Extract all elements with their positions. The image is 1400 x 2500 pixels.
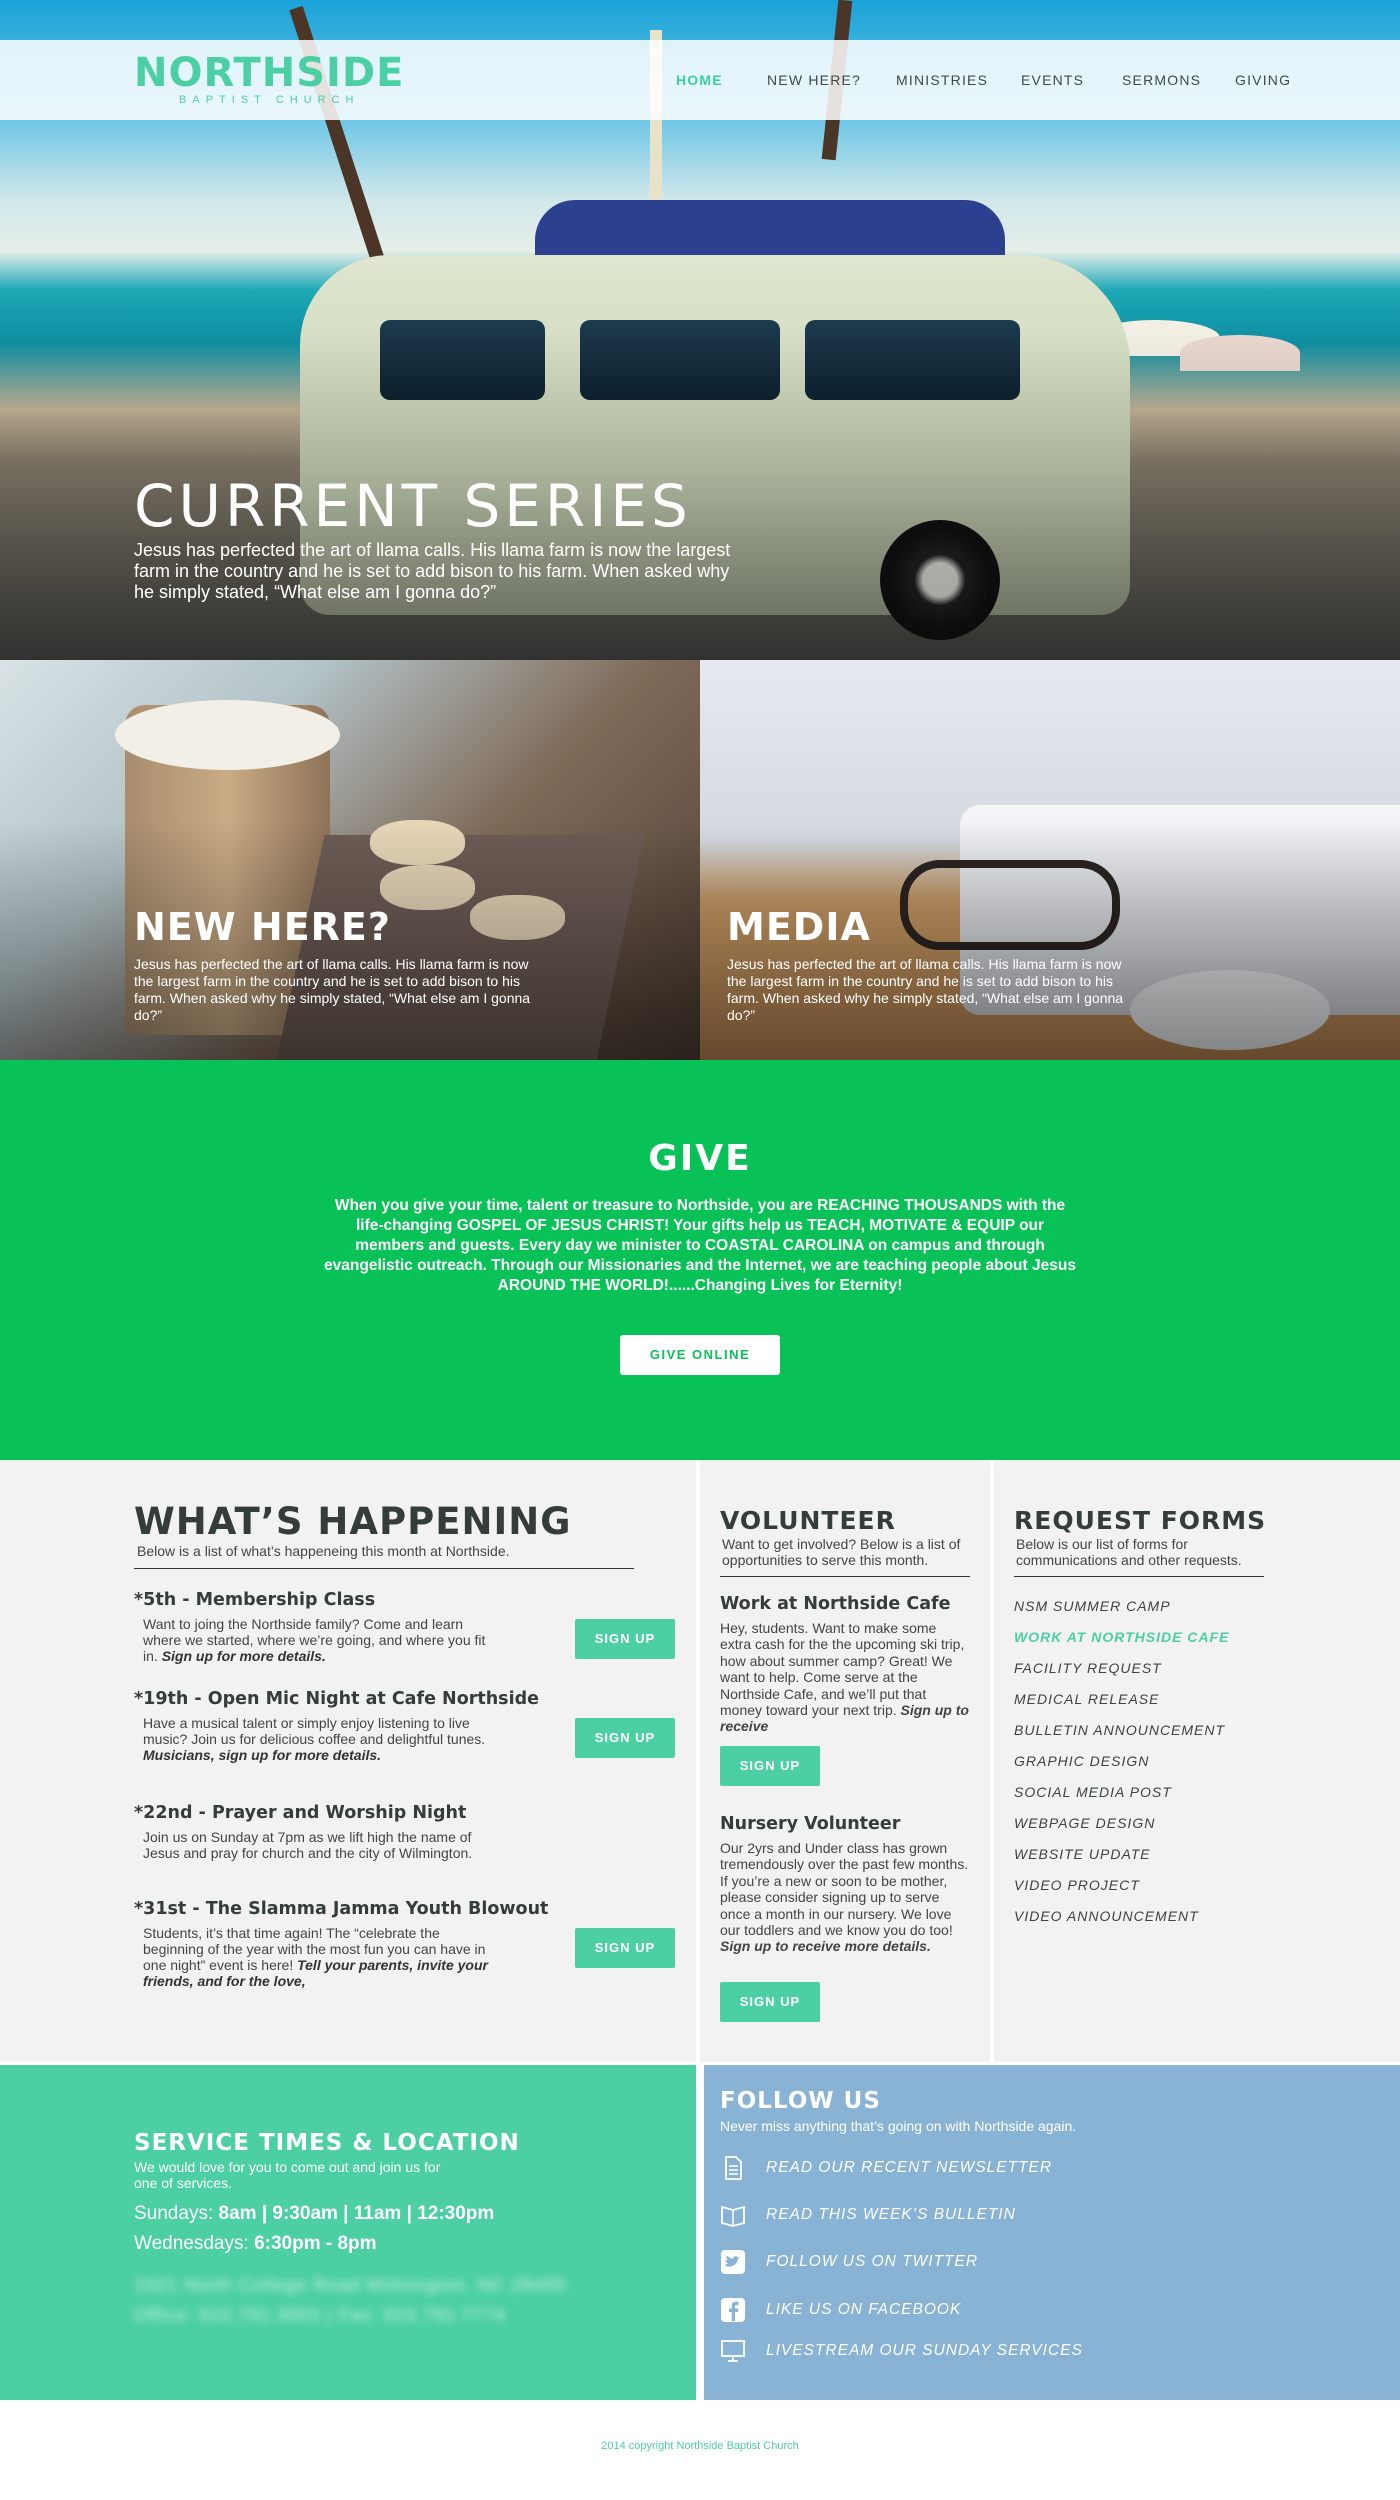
blurred-phone: Office: 910.791.3003 | Fax: 910.791.7774 xyxy=(134,2305,506,2325)
service-times-section: SERVICE TIMES & LOCATION We would love f… xyxy=(0,2065,696,2400)
new-here-tile[interactable]: NEW HERE? Jesus has perfected the art of… xyxy=(0,660,700,1060)
volunteer-subtitle: Want to get involved? Below is a list of… xyxy=(722,1536,961,1568)
event-text: Join us on Sunday at 7pm as we lift high… xyxy=(143,1829,473,1861)
form-link[interactable]: VIDEO ANNOUNCEMENT xyxy=(1014,1908,1199,1924)
signup-button[interactable]: SIGN UP xyxy=(720,1982,820,2022)
divider xyxy=(720,1576,970,1577)
whats-happening-title: WHAT’S HAPPENING xyxy=(134,1500,572,1543)
media-text: Jesus has perfected the art of llama cal… xyxy=(727,956,1124,1023)
livestream-label: LIVESTREAM OUR SUNDAY SERVICES xyxy=(766,2342,1083,2359)
new-here-title: NEW HERE? xyxy=(134,905,391,949)
nav-events[interactable]: EVENTS xyxy=(1021,72,1084,88)
nav-giving[interactable]: GIVING xyxy=(1235,72,1291,88)
nav-home[interactable]: HOME xyxy=(676,72,723,88)
twitter-icon xyxy=(721,2250,745,2274)
bulletin-link[interactable]: READ THIS WEEK’S BULLETIN xyxy=(720,2200,1320,2230)
sunday-label: Sundays: xyxy=(134,2203,214,2224)
sunday-times: Sundays: 8am | 9:30am | 11am | 12:30pm xyxy=(134,2203,494,2225)
newsletter-label: READ OUR RECENT NEWSLETTER xyxy=(766,2159,1053,2176)
footer-copyright: 2014 copyright Northside Baptist Church xyxy=(601,2440,799,2452)
request-forms-title: REQUEST FORMS xyxy=(1014,1506,1267,1535)
nav-sermons[interactable]: SERMONS xyxy=(1122,72,1201,88)
signup-button[interactable]: SIGN UP xyxy=(575,1718,675,1758)
form-link[interactable]: WORK AT NORTHSIDE CAFE xyxy=(1014,1629,1229,1645)
follow-title: FOLLOW US xyxy=(720,2088,881,2114)
volunteer-role-description: Our 2yrs and Under class has grown treme… xyxy=(720,1840,969,1939)
event-title: *5th - Membership Class xyxy=(134,1590,376,1610)
event-description: Have a musical talent or simply enjoy li… xyxy=(143,1715,486,1747)
document-icon xyxy=(725,2156,742,2180)
facebook-icon xyxy=(721,2298,745,2322)
sunday-times-value: 8am | 9:30am | 11am | 12:30pm xyxy=(218,2203,495,2224)
form-link[interactable]: BULLETIN ANNOUNCEMENT xyxy=(1014,1722,1225,1738)
signup-button[interactable]: SIGN UP xyxy=(575,1619,675,1659)
service-title: SERVICE TIMES & LOCATION xyxy=(134,2130,520,2156)
form-link[interactable]: MEDICAL RELEASE xyxy=(1014,1691,1159,1707)
media-tile[interactable]: MEDIA Jesus has perfected the art of lla… xyxy=(700,660,1400,1060)
wednesday-times: Wednesdays: 6:30pm - 8pm xyxy=(134,2233,377,2255)
volunteer-role-text: Our 2yrs and Under class has grown treme… xyxy=(720,1840,970,1955)
volunteer-role-title: Work at Northside Cafe xyxy=(720,1594,951,1614)
event-title: *19th - Open Mic Night at Cafe Northside xyxy=(134,1689,539,1709)
signup-button[interactable]: SIGN UP xyxy=(575,1928,675,1968)
divider xyxy=(1014,1576,1264,1577)
form-link[interactable]: NSM SUMMER CAMP xyxy=(1014,1598,1171,1614)
give-online-button[interactable]: GIVE ONLINE xyxy=(620,1335,780,1375)
whats-happening-subtitle: Below is a list of what’s happeneing thi… xyxy=(137,1543,510,1559)
form-link[interactable]: WEBSITE UPDATE xyxy=(1014,1846,1151,1862)
twitter-link[interactable]: FOLLOW US ON TWITTER xyxy=(720,2247,1320,2277)
signup-button[interactable]: SIGN UP xyxy=(720,1746,820,1786)
form-link[interactable]: WEBPAGE DESIGN xyxy=(1014,1815,1155,1831)
twitter-label: FOLLOW US ON TWITTER xyxy=(766,2253,979,2270)
give-text: When you give your time, talent or treas… xyxy=(324,1197,1076,1294)
livestream-link[interactable]: LIVESTREAM OUR SUNDAY SERVICES xyxy=(720,2336,1320,2366)
blurred-address: 1021 North College Road Wilmington, NC 2… xyxy=(134,2275,567,2295)
event-emphasis: Musicians, sign up for more details. xyxy=(143,1747,382,1763)
event-text: Want to joing the Northside family? Come… xyxy=(143,1616,488,1664)
newsletter-link[interactable]: READ OUR RECENT NEWSLETTER xyxy=(720,2153,1320,2183)
request-forms-subtitle: Below is our list of forms for communica… xyxy=(1016,1536,1242,1568)
media-title: MEDIA xyxy=(727,905,871,949)
event-title: *22nd - Prayer and Worship Night xyxy=(134,1803,467,1823)
divider xyxy=(134,1568,634,1569)
volunteer-role-title: Nursery Volunteer xyxy=(720,1814,901,1834)
event-text: Students, it’s that time again! The “cel… xyxy=(143,1925,488,1989)
service-subtitle: We would love for you to come out and jo… xyxy=(134,2159,441,2191)
hero-text: Jesus has perfected the art of llama cal… xyxy=(134,540,731,602)
form-link[interactable]: SOCIAL MEDIA POST xyxy=(1014,1784,1172,1800)
follow-us-section: FOLLOW US Never miss anything that’s goi… xyxy=(704,2065,1400,2400)
monitor-icon xyxy=(721,2340,745,2362)
give-section: GIVE When you give your time, talent or … xyxy=(0,1060,1400,1460)
bulletin-label: READ THIS WEEK’S BULLETIN xyxy=(766,2206,1016,2223)
volunteer-title: VOLUNTEER xyxy=(720,1506,896,1535)
volunteer-role-text: Hey, students. Want to make some extra c… xyxy=(720,1620,970,1735)
hero-section: NORTHSIDE BAPTIST CHURCH HOME NEW HERE? … xyxy=(0,0,1400,660)
event-text: Have a musical talent or simply enjoy li… xyxy=(143,1715,488,1763)
form-link[interactable]: VIDEO PROJECT xyxy=(1014,1877,1140,1893)
main-nav: HOME NEW HERE? MINISTRIES EVENTS SERMONS… xyxy=(0,72,1400,92)
hero-title: CURRENT SERIES xyxy=(134,472,692,540)
form-link[interactable]: FACILITY REQUEST xyxy=(1014,1660,1162,1676)
bulletin-icon xyxy=(721,2205,745,2227)
event-emphasis: Sign up for more details. xyxy=(161,1648,326,1664)
wednesday-times-value: 6:30pm - 8pm xyxy=(254,2233,377,2254)
follow-subtitle: Never miss anything that’s going on with… xyxy=(720,2118,1077,2134)
form-link[interactable]: GRAPHIC DESIGN xyxy=(1014,1753,1149,1769)
volunteer-role-emphasis: Sign up to receive more details. xyxy=(720,1938,931,1955)
nav-new-here[interactable]: NEW HERE? xyxy=(767,72,861,88)
facebook-link[interactable]: LIKE US ON FACEBOOK xyxy=(720,2295,1320,2325)
give-title: GIVE xyxy=(648,1138,752,1179)
new-here-text: Jesus has perfected the art of llama cal… xyxy=(134,956,531,1023)
nav-ministries[interactable]: MINISTRIES xyxy=(896,72,988,88)
wednesday-label: Wednesdays: xyxy=(134,2233,249,2254)
facebook-label: LIKE US ON FACEBOOK xyxy=(766,2301,962,2318)
event-title: *31st - The Slamma Jamma Youth Blowout xyxy=(134,1899,549,1919)
